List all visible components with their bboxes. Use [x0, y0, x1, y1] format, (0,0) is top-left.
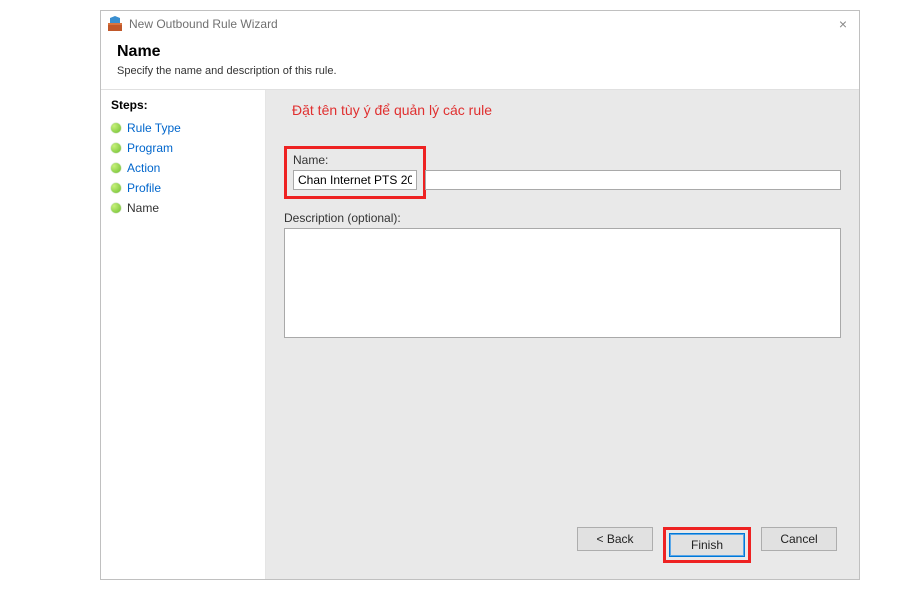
back-button[interactable]: < Back	[577, 527, 653, 551]
bullet-icon	[111, 183, 121, 193]
steps-label: Steps:	[111, 98, 255, 112]
step-label: Rule Type	[127, 121, 181, 135]
name-field-block: Name:	[284, 146, 841, 199]
bullet-icon	[111, 203, 121, 213]
wizard-header: Name Specify the name and description of…	[101, 37, 859, 89]
bullet-icon	[111, 143, 121, 153]
name-input-extension[interactable]	[425, 170, 841, 190]
bullet-icon	[111, 123, 121, 133]
step-rule-type[interactable]: Rule Type	[111, 118, 255, 138]
name-label: Name:	[293, 153, 417, 167]
main-panel: Đặt tên tùy ý để quản lý các rule Name: …	[266, 90, 859, 579]
cancel-button[interactable]: Cancel	[761, 527, 837, 551]
step-label: Program	[127, 141, 173, 155]
name-highlight-box: Name:	[284, 146, 426, 199]
firewall-icon	[107, 16, 123, 32]
steps-sidebar: Steps: Rule Type Program Action Profile …	[101, 90, 266, 579]
step-name: Name	[111, 198, 255, 218]
page-heading: Name	[117, 43, 843, 61]
step-label: Profile	[127, 181, 161, 195]
step-label: Action	[127, 161, 160, 175]
finish-highlight-box: Finish	[663, 527, 751, 563]
description-label: Description (optional):	[284, 211, 841, 225]
wizard-body: Steps: Rule Type Program Action Profile …	[101, 89, 859, 579]
name-input[interactable]	[293, 170, 417, 190]
step-profile[interactable]: Profile	[111, 178, 255, 198]
description-field-block: Description (optional):	[284, 211, 841, 341]
titlebar: New Outbound Rule Wizard ×	[101, 11, 859, 37]
close-icon[interactable]: ×	[833, 16, 853, 32]
finish-button[interactable]: Finish	[669, 533, 745, 557]
page-subtitle: Specify the name and description of this…	[117, 65, 843, 77]
window-title: New Outbound Rule Wizard	[129, 17, 833, 31]
annotation-text: Đặt tên tùy ý để quản lý các rule	[292, 102, 841, 118]
wizard-window: New Outbound Rule Wizard × Name Specify …	[100, 10, 860, 580]
step-action[interactable]: Action	[111, 158, 255, 178]
step-program[interactable]: Program	[111, 138, 255, 158]
bullet-icon	[111, 163, 121, 173]
description-textarea[interactable]	[284, 228, 841, 338]
button-bar: < Back Finish Cancel	[284, 513, 841, 579]
step-label: Name	[127, 201, 159, 215]
